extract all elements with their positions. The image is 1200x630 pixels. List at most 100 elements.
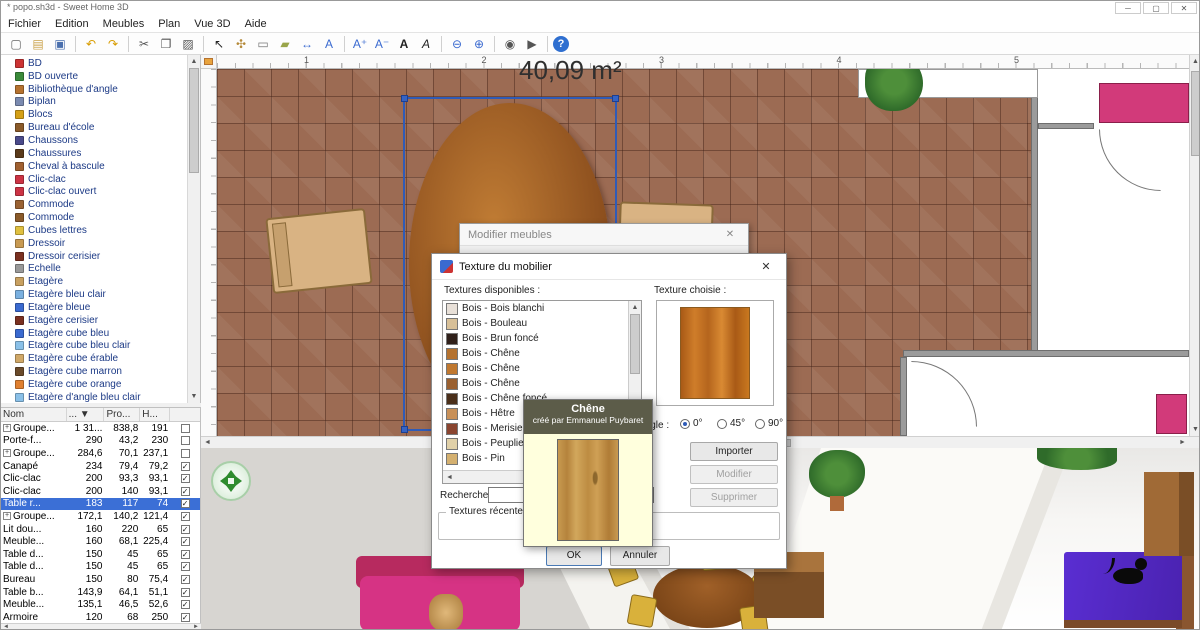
texture-item[interactable]: Bois - Chêne <box>443 376 628 391</box>
visible-checkbox[interactable]: ✓ <box>180 574 190 584</box>
catalog-item[interactable]: Etagère cube bleu clair <box>1 340 187 353</box>
menu-item-aide[interactable]: Aide <box>238 18 274 30</box>
selection-handle[interactable] <box>612 95 619 102</box>
table-row[interactable]: Bureau 150 80 75,4 ✓ <box>1 573 200 586</box>
create-walls-icon[interactable]: ▭ <box>253 35 273 53</box>
catalog-item[interactable]: Commode <box>1 211 187 224</box>
cancel-button[interactable]: Annuler <box>610 546 670 566</box>
wall[interactable] <box>1031 69 1038 357</box>
scroll-left-icon[interactable]: ◄ <box>444 473 455 483</box>
open-icon[interactable]: ▤ <box>28 35 48 53</box>
wall[interactable] <box>903 350 1189 357</box>
close-button[interactable]: ✕ <box>1171 2 1197 14</box>
expand-icon[interactable]: + <box>3 512 11 521</box>
import-button[interactable]: Importer <box>690 442 778 461</box>
copy-icon[interactable]: ❐ <box>156 35 176 53</box>
texture-item[interactable]: Bois - Chêne <box>443 346 628 361</box>
visible-checkbox[interactable]: ✓ <box>180 537 190 547</box>
photo-icon[interactable]: ◉ <box>500 35 520 53</box>
catalog-item[interactable]: Commode <box>1 198 187 211</box>
modify-button[interactable]: Modifier <box>690 465 778 484</box>
visible-checkbox[interactable]: ✓ <box>180 549 190 559</box>
furniture-table-hscrollbar[interactable]: ◄ ► <box>1 623 201 629</box>
sofa-plan[interactable] <box>1156 394 1187 434</box>
table-row[interactable]: + Groupe... 1 31... 838,8 191 <box>1 422 200 435</box>
text-larger-icon[interactable]: A⁺ <box>350 35 370 53</box>
visible-checkbox[interactable]: ✓ <box>180 612 190 622</box>
visible-checkbox[interactable]: ✓ <box>180 499 190 509</box>
scroll-left-icon[interactable]: ◄ <box>202 438 213 448</box>
italic-icon[interactable]: A <box>416 35 436 53</box>
angle-radio-0[interactable]: 0° <box>680 418 703 429</box>
table-row[interactable]: Porte-f... 290 43,2 230 <box>1 435 200 448</box>
catalog-item[interactable]: Dressoir <box>1 237 187 250</box>
visible-checkbox[interactable]: ✓ <box>180 486 190 496</box>
minimize-button[interactable]: ─ <box>1115 2 1141 14</box>
navigate-left-icon[interactable] <box>214 475 228 487</box>
paste-icon[interactable]: ▨ <box>178 35 198 53</box>
help-icon[interactable]: ? <box>553 35 569 52</box>
table-row[interactable]: Table r... 183 117 74 ✓ <box>1 497 200 511</box>
visible-checkbox[interactable] <box>180 448 190 458</box>
catalog-item[interactable]: Dressoir cerisier <box>1 250 187 263</box>
column-header[interactable]: Pro... <box>104 408 141 421</box>
visible-checkbox[interactable]: ✓ <box>180 461 190 471</box>
ok-button[interactable]: OK <box>546 546 602 566</box>
table-row[interactable]: Table d... 150 45 65 ✓ <box>1 561 200 574</box>
catalog-item[interactable]: Cubes lettres <box>1 224 187 237</box>
catalog-item[interactable]: Bureau d'école <box>1 121 187 134</box>
chair-plan[interactable] <box>265 207 373 295</box>
menu-item-edition[interactable]: Edition <box>48 18 96 30</box>
catalog-item[interactable]: Biplan <box>1 96 187 109</box>
catalog-item[interactable]: Chaussons <box>1 134 187 147</box>
scroll-up-icon[interactable]: ▲ <box>1190 55 1199 68</box>
zoom-out-icon[interactable]: ⊖ <box>447 35 467 53</box>
menu-item-vue-3d[interactable]: Vue 3D <box>187 18 237 30</box>
add-text-icon[interactable]: A <box>319 35 339 53</box>
catalog-item[interactable]: Clic-clac <box>1 173 187 186</box>
scroll-right-icon[interactable]: ► <box>191 624 201 629</box>
selection-handle[interactable] <box>401 95 408 102</box>
catalog-item[interactable]: Cheval à bascule <box>1 160 187 173</box>
video-icon[interactable]: ▶ <box>522 35 542 53</box>
catalog-item[interactable]: Echelle <box>1 263 187 276</box>
pan-icon[interactable]: ✣ <box>231 35 251 53</box>
table-row[interactable]: Canapé 234 79,4 79,2 ✓ <box>1 460 200 473</box>
scroll-up-icon[interactable]: ▲ <box>188 55 200 68</box>
menu-item-meubles[interactable]: Meubles <box>96 18 152 30</box>
create-dimensions-icon[interactable]: ↔ <box>297 35 317 53</box>
close-icon[interactable]: ✕ <box>754 260 778 273</box>
plan-vscrollbar[interactable]: ▲ ▼ <box>1189 55 1199 436</box>
delete-button[interactable]: Supprimer <box>690 488 778 507</box>
menu-item-plan[interactable]: Plan <box>151 18 187 30</box>
column-header[interactable]: H... <box>140 408 171 421</box>
visible-checkbox[interactable] <box>180 423 190 433</box>
catalog-item[interactable]: Etagère d'angle bleu clair <box>1 391 187 403</box>
table-row[interactable]: Clic-clac 200 140 93,1 ✓ <box>1 485 200 498</box>
radio-icon[interactable] <box>717 418 727 429</box>
table-row[interactable]: Clic-clac 200 93,3 93,1 ✓ <box>1 472 200 485</box>
visible-checkbox[interactable]: ✓ <box>180 524 190 534</box>
plant-plan[interactable] <box>865 69 923 111</box>
expand-icon[interactable]: + <box>3 424 11 433</box>
plan-vscroll-thumb[interactable] <box>1191 71 1199 156</box>
visible-checkbox[interactable] <box>180 436 190 446</box>
maximize-button[interactable]: ▢ <box>1143 2 1169 14</box>
catalog-item[interactable]: Etagère cube érable <box>1 352 187 365</box>
visible-checkbox[interactable]: ✓ <box>180 511 190 521</box>
wall[interactable] <box>1038 123 1094 129</box>
table-row[interactable]: Table d... 150 45 65 ✓ <box>1 548 200 561</box>
sofa-plan[interactable] <box>1099 83 1189 123</box>
visible-checkbox[interactable]: ✓ <box>180 587 190 597</box>
visible-checkbox[interactable]: ✓ <box>180 600 190 610</box>
expand-icon[interactable]: + <box>3 449 11 458</box>
select-icon[interactable]: ↖ <box>209 35 229 53</box>
table-row[interactable]: Meuble... 135,1 46,5 52,6 ✓ <box>1 598 200 611</box>
table-row[interactable]: Lit dou... 160 220 65 ✓ <box>1 523 200 536</box>
catalog-item[interactable]: BD <box>1 57 187 70</box>
scroll-up-icon[interactable]: ▲ <box>629 301 641 314</box>
menu-item-fichier[interactable]: Fichier <box>1 18 48 30</box>
table-row[interactable]: Table b... 143,9 64,1 51,1 ✓ <box>1 586 200 599</box>
catalog-item[interactable]: Etagère bleu clair <box>1 288 187 301</box>
undo-icon[interactable]: ↶ <box>81 35 101 53</box>
